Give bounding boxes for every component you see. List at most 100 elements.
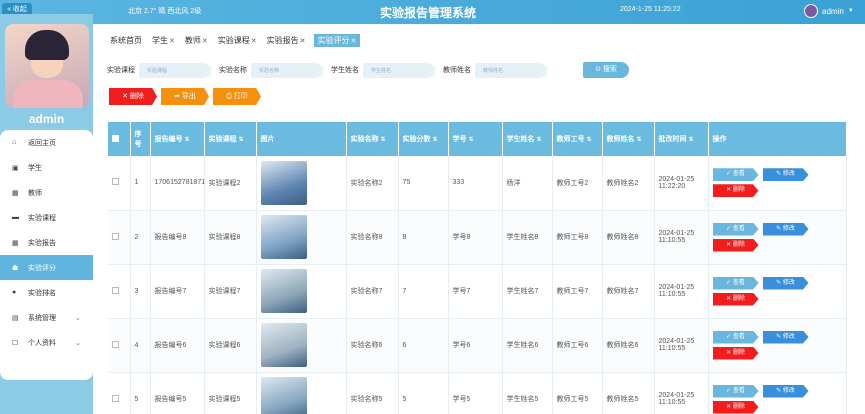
row-select-cell[interactable]	[108, 264, 131, 319]
column-header[interactable]: 学生姓名 ⇅	[502, 122, 553, 156]
export-button[interactable]: ➦ 导出	[161, 88, 209, 105]
edit-button[interactable]: ✎ 修改	[762, 276, 809, 290]
sidebar-item-rank[interactable]: ● 实验排名	[0, 280, 93, 305]
close-icon[interactable]: ✕	[300, 38, 306, 45]
edit-label: 修改	[782, 171, 795, 178]
tab-4[interactable]: 实验报告✕	[265, 34, 308, 47]
sidebar-item-profile[interactable]: ☐ 个人资料 ⌄	[0, 330, 93, 355]
sort-icon[interactable]: ⇅	[185, 137, 190, 143]
close-icon[interactable]: ✕	[202, 38, 208, 45]
edit-button[interactable]: ✎ 修改	[762, 168, 809, 182]
edit-label: 修改	[782, 387, 795, 394]
sidebar-item-label: 实验排名	[28, 289, 56, 297]
row-checkbox[interactable]	[112, 340, 119, 348]
view-button[interactable]: ✓ 查看	[712, 276, 759, 290]
sidebar: admin ⌂ 返回主页 ▣ 学生 ▦ 教师 ▬ 实验课程 ▦ 实验报告 ☗ 实验评分 ● 实验排名 ▤ 系统…	[0, 14, 93, 414]
table-cell: 2024-01-25 11:10:55	[654, 372, 709, 414]
sort-icon[interactable]: ⇅	[637, 137, 642, 143]
table-cell: 75	[398, 156, 449, 211]
close-icon[interactable]: ✕	[251, 38, 257, 45]
user-menu[interactable]: admin ▼	[804, 4, 854, 18]
cell-idx: 3	[134, 287, 139, 295]
table-cell: 教师姓名8	[602, 210, 655, 265]
sort-icon[interactable]: ⇅	[239, 137, 244, 143]
row-select-cell[interactable]	[108, 318, 131, 373]
search-button[interactable]: ⊙ 搜索	[583, 62, 629, 78]
table-cell: 学号8	[448, 210, 503, 265]
view-button[interactable]: ✓ 查看	[712, 330, 759, 344]
column-header[interactable]: 教师工号 ⇅	[552, 122, 603, 156]
close-icon[interactable]: ✕	[169, 38, 175, 45]
print-button[interactable]: ⎙ 打印	[213, 88, 261, 105]
table-cell: 8	[398, 210, 449, 265]
search-input-3[interactable]: 教师姓名	[475, 62, 547, 78]
select-all-checkbox[interactable]	[112, 134, 119, 142]
cell-tid: 教师工号8	[556, 234, 589, 241]
search-label: 教师姓名	[443, 67, 471, 74]
search-input-2[interactable]: 学生姓名	[363, 62, 435, 78]
delete-button[interactable]: ✕ 删除	[712, 346, 759, 360]
sort-icon[interactable]: ⇅	[689, 137, 694, 143]
delete-button[interactable]: ✕ 删除	[712, 292, 759, 306]
view-button[interactable]: ✓ 查看	[712, 168, 759, 182]
column-header-label: 学生姓名	[506, 136, 535, 143]
row-select-cell[interactable]	[108, 210, 131, 265]
row-checkbox[interactable]	[112, 286, 119, 294]
close-icon: ✕	[726, 187, 733, 194]
close-icon[interactable]: ✕	[351, 38, 357, 45]
sort-icon[interactable]: ⇅	[587, 137, 592, 143]
column-header[interactable]: 学号 ⇅	[448, 122, 503, 156]
edit-button[interactable]: ✎ 修改	[762, 222, 809, 236]
batch-delete-button[interactable]: ✕ 删除	[109, 88, 157, 105]
tab-5[interactable]: 实验评分✕	[313, 34, 361, 47]
row-checkbox[interactable]	[112, 232, 119, 240]
edit-button[interactable]: ✎ 修改	[762, 330, 809, 344]
column-header[interactable]: 实验名称 ⇅	[346, 122, 399, 156]
column-header[interactable]: 批改时间 ⇅	[654, 122, 709, 156]
operations-row: ✓ 查看 ✎ 修改	[712, 168, 842, 182]
select-all-cell[interactable]	[108, 122, 131, 156]
sort-icon[interactable]: ⇅	[469, 137, 474, 143]
column-header[interactable]: 实验分数 ⇅	[398, 122, 449, 156]
row-checkbox[interactable]	[112, 394, 119, 402]
tab-3[interactable]: 实验课程✕	[216, 34, 259, 47]
table-cell: 1706152781871	[150, 156, 205, 211]
column-header[interactable]: 实验课程 ⇅	[204, 122, 257, 156]
sort-icon[interactable]: ⇅	[381, 137, 386, 143]
delete-button[interactable]: ✕ 删除	[712, 400, 759, 414]
column-header-label: 教师工号	[556, 136, 585, 143]
sort-icon[interactable]: ⇅	[433, 137, 438, 143]
sidebar-item-report[interactable]: ▦ 实验报告	[0, 230, 93, 255]
cell-name: 实验名称7	[350, 288, 383, 295]
operations: ✓ 查看 ✎ 修改 ✕ 删除	[712, 330, 842, 360]
tab-1[interactable]: 学生✕	[150, 34, 177, 47]
column-header[interactable]: 报告编号 ⇅	[150, 122, 205, 156]
row-checkbox[interactable]	[112, 178, 119, 186]
sidebar-item-teacher[interactable]: ▦ 教师	[0, 180, 93, 205]
column-header[interactable]: 教师姓名 ⇅	[602, 122, 655, 156]
view-button[interactable]: ✓ 查看	[712, 222, 759, 236]
sort-icon[interactable]: ⇅	[537, 137, 542, 143]
table-cell: 6	[398, 318, 449, 373]
table-cell	[256, 210, 347, 265]
sidebar-item-system[interactable]: ▤ 系统管理 ⌄	[0, 305, 93, 330]
view-label: 查看	[732, 387, 745, 394]
table-cell: 学号7	[448, 264, 503, 319]
view-button[interactable]: ✓ 查看	[712, 384, 759, 398]
sidebar-item-home[interactable]: ⌂ 返回主页	[0, 130, 93, 155]
sidebar-item-student[interactable]: ▣ 学生	[0, 155, 93, 180]
edit-button[interactable]: ✎ 修改	[762, 384, 809, 398]
delete-button[interactable]: ✕ 删除	[712, 184, 759, 198]
column-header[interactable]: 序号	[130, 122, 151, 156]
tab-2[interactable]: 教师✕	[183, 34, 210, 47]
sidebar-item-score[interactable]: ☗ 实验评分	[0, 255, 93, 280]
sidebar-item-course[interactable]: ▬ 实验课程	[0, 205, 93, 230]
delete-button[interactable]: ✕ 删除	[712, 238, 759, 252]
row-select-cell[interactable]	[108, 372, 131, 414]
column-header[interactable]: 图片	[256, 122, 347, 156]
tab-0[interactable]: 系统首页	[108, 34, 144, 47]
row-select-cell[interactable]	[108, 156, 131, 211]
cell-name: 实验名称2	[350, 179, 383, 187]
search-input-0[interactable]: 实验课程	[139, 62, 211, 78]
search-input-1[interactable]: 实验名称	[251, 62, 323, 78]
